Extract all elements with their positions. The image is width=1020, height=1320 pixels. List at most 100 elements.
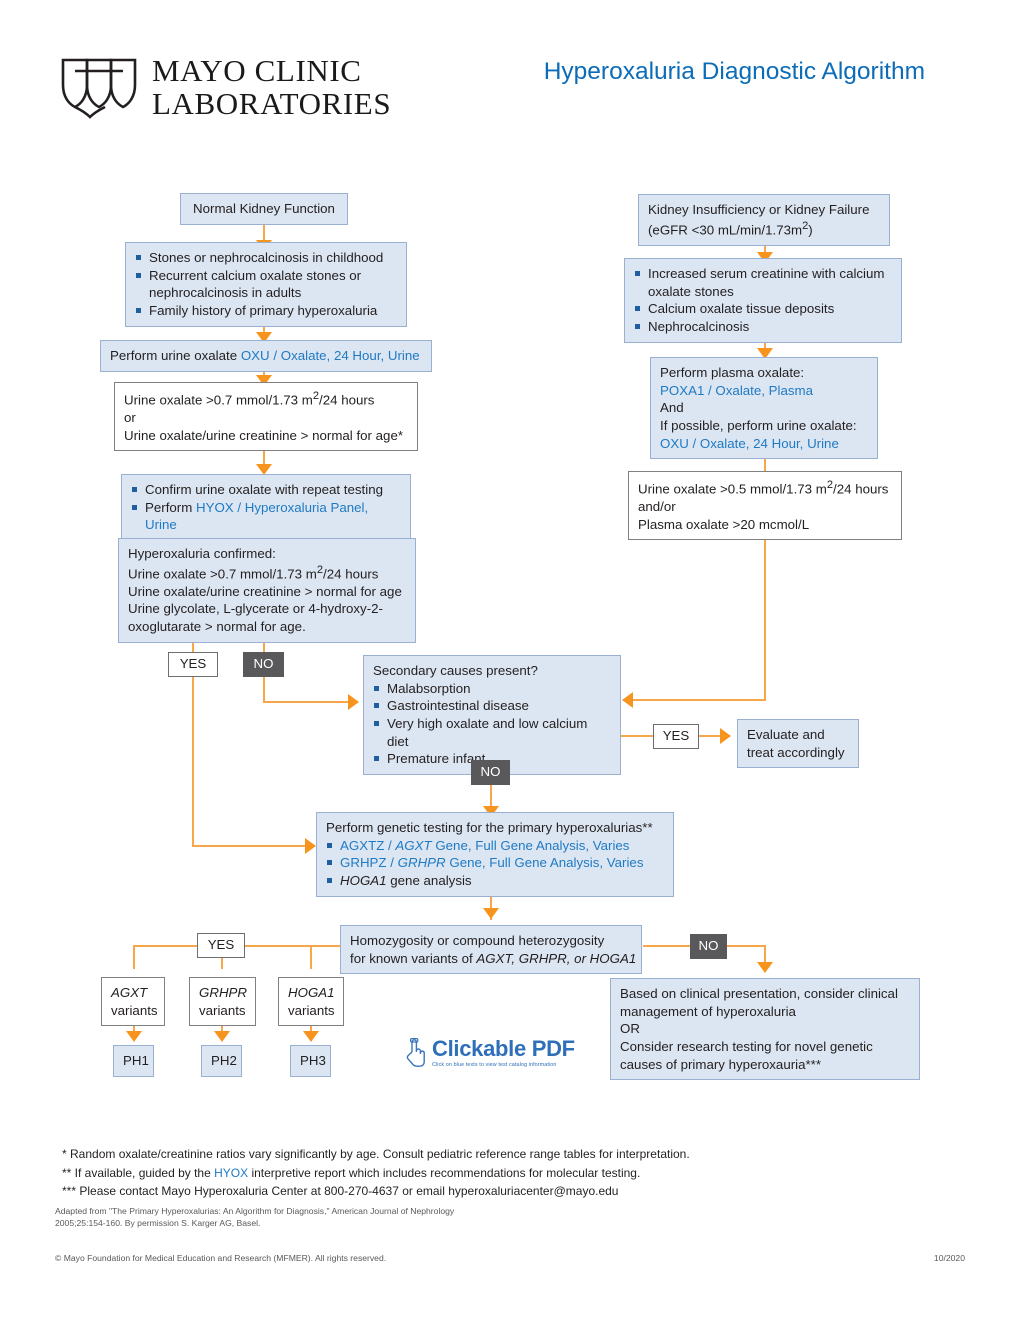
hyperoxaluria-confirmed-line-4: Urine glycolate, L-glycerate or 4-hydrox…	[128, 601, 383, 617]
hoga1-variants-gene-name: HOGA1	[288, 985, 335, 1000]
arrowhead-no-to-clinical-mgmt	[757, 962, 773, 973]
arrowhead-yes-to-genetic	[305, 838, 316, 854]
clinical-mgmt-line-5: causes of primary hyperoxauria***	[620, 1056, 822, 1072]
clickable-pdf-badge[interactable]: Clickable PDF Click on blue texts to vie…	[402, 1038, 575, 1068]
page-title: Hyperoxaluria Diagnostic Algorithm	[543, 58, 925, 85]
node-clinical-management: Based on clinical presentation, consider…	[610, 978, 920, 1081]
node-confirm-repeat-testing[interactable]: Confirm urine oxalate with repeat testin…	[121, 474, 411, 542]
list-item-agxtz: AGXTZ / AGXT Gene, Full Gene Analysis, V…	[326, 837, 664, 855]
link-oxu-test-2[interactable]: OXU / Oxalate, 24 Hour, Urine	[660, 435, 868, 453]
decision-yes-homozygosity[interactable]: YES	[197, 933, 245, 958]
link-poxa1-test[interactable]: POXA1 / Oxalate, Plasma	[660, 382, 868, 400]
arrowhead-no-to-secondary	[348, 694, 359, 710]
homozygosity-gene-list: AGXT, GRHPR, or HOGA1	[476, 950, 637, 966]
footnote-1: * Random oxalate/creatinine ratios vary …	[62, 1147, 690, 1161]
list-item-hoga1: HOGA1 gene analysis	[326, 872, 664, 890]
plasma-threshold-line-2: and/or	[638, 499, 676, 515]
list-item: Malabsorption	[373, 680, 611, 698]
list-item: Confirm urine oxalate with repeat testin…	[131, 481, 401, 499]
urine-threshold-line-1: Urine oxalate >0.7 mmol/1.73 m2/24 hours	[124, 389, 408, 409]
grhpr-gene-name: GRHPR	[199, 985, 248, 1000]
footnote-2-prefix: ** If available, guided by the	[62, 1165, 215, 1180]
node-ph1: PH1	[113, 1045, 154, 1077]
decision-yes-secondary-causes[interactable]: YES	[653, 724, 699, 749]
plasma-oxalate-line-3: And	[660, 400, 684, 416]
secondary-causes-list: Malabsorption Gastrointestinal disease V…	[373, 680, 611, 768]
kidney-insufficiency-criteria-list: Increased serum creatinine with calcium …	[634, 265, 892, 336]
normal-kidney-criteria-list: Stones or nephrocalcinosis in childhood …	[135, 249, 397, 320]
node-perform-urine-oxalate[interactable]: Perform urine oxalate OXU / Oxalate, 24 …	[100, 340, 432, 372]
link-agxtz-suffix[interactable]: Gene, Full Gene Analysis, Varies	[432, 838, 629, 853]
decision-no-hyperoxaluria[interactable]: NO	[243, 652, 284, 677]
kidney-insufficiency-line2a: (eGFR <30 mL/min/1.73m	[648, 222, 803, 238]
plasma-threshold-line-3: Plasma oxalate >20 mcmol/L	[638, 516, 810, 532]
arrowhead-grhpr-to-ph2	[214, 1031, 230, 1042]
homozygosity-line2-prefix: for known variants of	[350, 950, 477, 966]
node-genetic-testing[interactable]: Perform genetic testing for the primary …	[316, 812, 674, 897]
decision-yes-hyperoxaluria[interactable]: YES	[168, 652, 218, 677]
link-agxtz-gene[interactable]: AGXT	[395, 838, 431, 853]
attribution: Adapted from "The Primary Hyperoxalurias…	[55, 1205, 454, 1230]
footnotes: * Random oxalate/creatinine ratios vary …	[62, 1145, 690, 1201]
link-hyox-footnote[interactable]: HYOX	[214, 1166, 248, 1180]
pointing-hand-icon	[406, 1038, 425, 1067]
list-item: Perform HYOX / Hyperoxaluria Panel, Urin…	[131, 499, 401, 534]
connector-yes-vertical-to-genetic	[192, 675, 194, 845]
hyperoxaluria-confirmed-line-5: oxoglutarate > normal for age.	[128, 619, 306, 635]
plasma-threshold-line1a: Urine oxalate >0.5 mmol/1.73 m	[638, 481, 827, 497]
connector-no-vertical-to-secondary	[263, 675, 265, 703]
secondary-causes-heading: Secondary causes present?	[373, 663, 538, 678]
kidney-insufficiency-line-2: (eGFR <30 mL/min/1.73m2)	[648, 219, 880, 239]
footnote-3: *** Please contact Mayo Hyperoxaluria Ce…	[62, 1184, 619, 1199]
link-grhpz-prefix[interactable]: GRHPZ /	[340, 855, 398, 870]
node-hoga1-variants: HOGA1 variants	[278, 977, 344, 1027]
connector-yes-branch-agxt	[133, 945, 135, 969]
node-ph2: PH2	[201, 1045, 242, 1077]
connector-plasma-threshold-horizontal	[630, 699, 766, 701]
arrowhead-yes-to-evaluate	[720, 728, 731, 744]
list-item: Family history of primary hyperoxaluria	[135, 302, 397, 320]
evaluate-treat-line-1: Evaluate and	[747, 727, 825, 742]
node-perform-plasma-oxalate[interactable]: Perform plasma oxalate: POXA1 / Oxalate,…	[650, 357, 878, 460]
node-homozygosity-check: Homozygosity or compound heterozygosity …	[340, 925, 642, 975]
link-grhpz-suffix[interactable]: Gene, Full Gene Analysis, Varies	[446, 855, 643, 870]
connector-secondary-to-yes	[621, 735, 655, 737]
mayo-shields-logo-icon	[61, 58, 137, 119]
list-item: Calcium oxalate tissue deposits	[634, 300, 892, 318]
link-grhpz-gene[interactable]: GRHPR	[398, 855, 446, 870]
link-agxtz-prefix[interactable]: AGXTZ /	[340, 838, 395, 853]
link-oxu-test[interactable]: OXU / Oxalate, 24 Hour, Urine	[241, 348, 420, 363]
clinical-mgmt-line-2: management of hyperoxaluria	[620, 1003, 796, 1019]
clinical-mgmt-line-4: Consider research testing for novel gene…	[620, 1039, 873, 1055]
attribution-line-1: Adapted from "The Primary Hyperoxalurias…	[55, 1206, 455, 1216]
node-normal-kidney-function-label: Normal Kidney Function	[193, 201, 335, 216]
plasma-oxalate-line-4: If possible, perform urine oxalate:	[660, 418, 857, 434]
node-normal-kidney-function[interactable]: Normal Kidney Function	[180, 193, 348, 225]
clinical-mgmt-line-3: OR	[620, 1021, 640, 1037]
document-date: 10/2020	[933, 1253, 965, 1263]
plasma-threshold-line1b: /24 hours	[833, 481, 889, 497]
list-item: Increased serum creatinine with calcium …	[634, 265, 892, 300]
clinical-mgmt-line-1: Based on clinical presentation, consider…	[620, 986, 898, 1001]
list-item: Very high oxalate and low calcium diet	[373, 715, 611, 750]
hyperoxaluria-line2b: /24 hours	[323, 566, 379, 582]
copyright-text: © Mayo Foundation for Medical Education …	[55, 1253, 387, 1263]
node-normal-kidney-criteria[interactable]: Stones or nephrocalcinosis in childhood …	[125, 242, 407, 327]
decision-no-homozygosity[interactable]: NO	[690, 934, 727, 959]
urine-threshold-line-1a: Urine oxalate >0.7 mmol/1.73 m	[124, 392, 313, 408]
homozygosity-line-2: for known variants of AGXT, GRHPR, or HO…	[350, 950, 636, 968]
connector-plasma-threshold-vertical	[764, 529, 766, 701]
evaluate-treat-line-2: treat accordingly	[747, 744, 845, 760]
node-kidney-insufficiency[interactable]: Kidney Insufficiency or Kidney Failure (…	[638, 194, 890, 246]
agxt-variants-label: variants	[111, 1002, 158, 1018]
kidney-insufficiency-line-1: Kidney Insufficiency or Kidney Failure	[648, 202, 870, 217]
pdf-badge-text: Clickable PDF Click on blue texts to vie…	[432, 1038, 575, 1069]
list-item-grhpz: GRHPZ / GRHPR Gene, Full Gene Analysis, …	[326, 854, 664, 872]
plasma-oxalate-line-1: Perform plasma oxalate:	[660, 365, 805, 380]
plasma-threshold-line-1: Urine oxalate >0.5 mmol/1.73 m2/24 hours	[638, 478, 892, 498]
decision-no-secondary-causes[interactable]: NO	[471, 760, 510, 785]
hyperoxaluria-confirmed-line-2: Urine oxalate >0.7 mmol/1.73 m2/24 hours	[128, 563, 406, 583]
list-item: Gastrointestinal disease	[373, 697, 611, 715]
node-kidney-insufficiency-criteria[interactable]: Increased serum creatinine with calcium …	[624, 258, 902, 343]
attribution-line-2: 2005;25:154-160. By permission S. Karger…	[55, 1218, 261, 1229]
